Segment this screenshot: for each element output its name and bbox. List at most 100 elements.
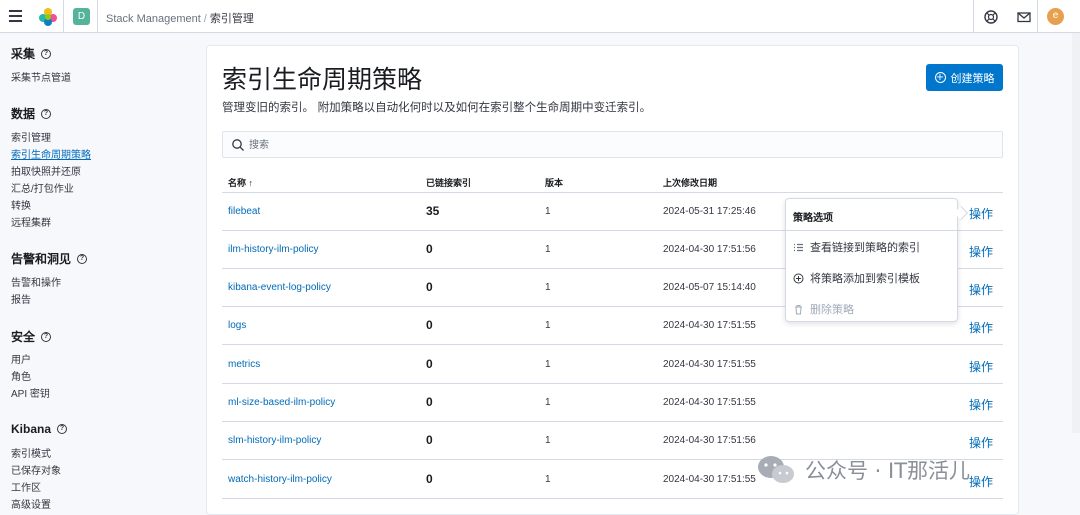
policy-version: 1: [545, 282, 551, 293]
nav-item-remote-clusters[interactable]: 远程集群: [11, 214, 51, 229]
policy-name-link[interactable]: metrics: [228, 359, 260, 370]
breadcrumb: Stack Management / 索引管理: [106, 13, 254, 25]
breadcrumb-stack-management[interactable]: Stack Management: [106, 13, 201, 25]
help-lifesaver-icon[interactable]: [982, 8, 1000, 26]
column-header-modified-date[interactable]: 上次修改日期: [663, 176, 717, 189]
side-navigation: 采集? 采集节点管道 数据? 索引管理 索引生命周期策略 拍取快照并还原 汇总/…: [0, 33, 195, 515]
modified-date: 2024-04-30 17:51:56: [663, 435, 756, 446]
modified-date: 2024-04-30 17:51:55: [663, 474, 756, 485]
popover-divider: [786, 230, 957, 231]
policy-version: 1: [545, 244, 551, 255]
nav-item-ingest-pipelines[interactable]: 采集节点管道: [11, 69, 71, 84]
nav-item-index-management[interactable]: 索引管理: [11, 129, 51, 144]
linked-indices-count: 0: [426, 280, 433, 294]
header-divider: [1037, 0, 1038, 33]
policy-version: 1: [545, 435, 551, 446]
help-icon[interactable]: ?: [77, 253, 88, 264]
hamburger-menu-icon[interactable]: [9, 10, 22, 22]
nav-item-saved-objects[interactable]: 已保存对象: [11, 462, 61, 477]
menu-item-view-linked-indices[interactable]: 查看链接到策略的索引: [793, 239, 920, 255]
menu-item-delete-policy[interactable]: 删除策略: [793, 301, 854, 317]
menu-item-add-to-template[interactable]: 将策略添加到索引模板: [793, 270, 920, 286]
page-scrollbar[interactable]: [1072, 33, 1080, 433]
actions-button[interactable]: 操作: [969, 473, 993, 490]
linked-indices-count: 35: [426, 204, 440, 218]
linked-indices-count: 0: [426, 395, 433, 409]
mail-icon[interactable]: [1015, 8, 1033, 26]
popover-title: 策略选项: [793, 213, 833, 224]
header-divider: [973, 0, 974, 33]
search-input[interactable]: [249, 136, 949, 154]
plus-circle-icon: +: [934, 72, 946, 83]
policy-options-popover: 策略选项 查看链接到策略的索引 将策略添加到索引模板 删除策略: [785, 198, 969, 322]
wechat-logo-icon: [758, 456, 794, 483]
create-policy-button[interactable]: + 创建策略: [926, 64, 1003, 91]
breadcrumb-index-management: 索引管理: [209, 13, 254, 25]
modified-date: 2024-04-30 17:51:56: [663, 244, 756, 255]
nav-item-workspaces[interactable]: 工作区: [11, 479, 41, 494]
header-divider: [63, 0, 64, 33]
header-divider: [97, 0, 98, 33]
trash-icon: [795, 304, 802, 314]
linked-indices-count: 0: [426, 357, 433, 371]
policy-name-link[interactable]: slm-history-ilm-policy: [228, 435, 321, 446]
actions-button[interactable]: 操作: [969, 358, 993, 375]
column-header-name[interactable]: 名称 ↑: [228, 176, 253, 189]
help-icon[interactable]: ?: [41, 48, 52, 59]
policy-version: 1: [545, 397, 551, 408]
column-header-version[interactable]: 版本: [545, 176, 563, 189]
help-icon[interactable]: ?: [41, 331, 52, 342]
actions-button[interactable]: 操作: [969, 319, 993, 336]
policy-name-link[interactable]: logs: [228, 320, 246, 331]
modified-date: 2024-05-07 15:14:40: [663, 282, 756, 293]
actions-button[interactable]: 操作: [969, 205, 993, 222]
policy-name-link[interactable]: watch-history-ilm-policy: [228, 474, 332, 485]
list-icon: [794, 243, 803, 251]
actions-button[interactable]: 操作: [969, 243, 993, 260]
actions-button[interactable]: 操作: [969, 396, 993, 413]
table-row: metrics 0 1 2024-04-30 17:51:55 操作: [222, 346, 1003, 384]
nav-section-kibana: Kibana?: [11, 422, 68, 436]
nav-item-users[interactable]: 用户: [11, 351, 31, 366]
search-icon: [232, 139, 244, 151]
nav-item-index-patterns[interactable]: 索引模式: [11, 445, 51, 460]
modified-date: 2024-04-30 17:51:55: [663, 397, 756, 408]
sort-ascending-icon: ↑: [248, 178, 254, 188]
modified-date: 2024-05-31 17:25:46: [663, 206, 756, 217]
elastic-logo-icon[interactable]: [38, 7, 58, 27]
page-title: 索引生命周期策略: [222, 65, 423, 94]
space-selector[interactable]: D: [73, 8, 90, 25]
page-description: 管理变旧的索引。 附加策略以自动化何时以及如何在索引整个生命周期中变迁索引。: [222, 100, 652, 114]
nav-item-api-keys[interactable]: API 密钥: [11, 385, 50, 400]
table-row: ml-size-based-ilm-policy 0 1 2024-04-30 …: [222, 384, 1003, 422]
nav-item-alerts-actions[interactable]: 告警和操作: [11, 274, 61, 289]
policy-version: 1: [545, 474, 551, 485]
linked-indices-count: 0: [426, 242, 433, 256]
nav-item-advanced-settings[interactable]: 高级设置: [11, 496, 51, 511]
nav-item-roles[interactable]: 角色: [11, 368, 31, 383]
nav-item-reporting[interactable]: 报告: [11, 291, 31, 306]
actions-button[interactable]: 操作: [969, 281, 993, 298]
linked-indices-count: 0: [426, 472, 433, 486]
column-header-linked-indices[interactable]: 已链接索引: [426, 176, 471, 189]
nav-item-ilm-policies[interactable]: 索引生命周期策略: [11, 146, 91, 161]
linked-indices-count: 0: [426, 318, 433, 332]
actions-button[interactable]: 操作: [969, 434, 993, 451]
nav-section-alerts-insights: 告警和洞见?: [11, 250, 88, 267]
policy-name-link[interactable]: ilm-history-ilm-policy: [228, 244, 319, 255]
help-icon[interactable]: ?: [41, 108, 52, 119]
policy-name-link[interactable]: ml-size-based-ilm-policy: [228, 397, 335, 408]
nav-item-snapshot-restore[interactable]: 拍取快照并还原: [11, 163, 81, 178]
modified-date: 2024-04-30 17:51:55: [663, 320, 756, 331]
policy-version: 1: [545, 206, 551, 217]
help-icon[interactable]: ?: [57, 424, 68, 434]
nav-item-rollup-jobs[interactable]: 汇总/打包作业: [11, 180, 74, 195]
nav-section-security: 安全?: [11, 328, 52, 345]
policy-name-link[interactable]: filebeat: [228, 206, 260, 217]
wechat-watermark: 公众号 · IT那活儿: [756, 454, 970, 486]
user-avatar[interactable]: e: [1047, 8, 1064, 25]
policy-name-link[interactable]: kibana-event-log-policy: [228, 282, 331, 293]
nav-item-transforms[interactable]: 转换: [11, 197, 31, 212]
search-bar[interactable]: [222, 131, 1003, 158]
modified-date: 2024-04-30 17:51:55: [663, 359, 756, 370]
